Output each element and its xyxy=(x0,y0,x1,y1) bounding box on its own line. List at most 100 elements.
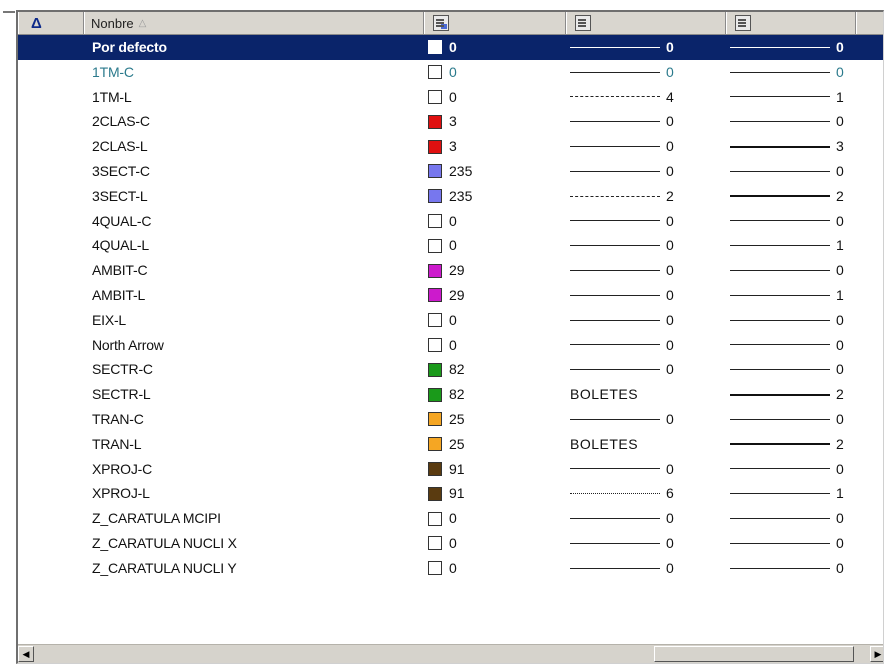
layer-lineweight-cell[interactable]: 0 xyxy=(730,109,850,134)
header-lineweight-column[interactable] xyxy=(726,12,856,34)
layer-linetype-cell[interactable]: 0 xyxy=(570,556,680,581)
table-row[interactable]: Por defecto 0 0 0 xyxy=(18,35,883,60)
table-row[interactable]: SECTR-L 82 BOLETES 2 xyxy=(18,382,883,407)
header-color-column[interactable] xyxy=(424,12,566,34)
layer-color-cell[interactable]: 0 xyxy=(428,333,457,358)
layer-linetype-cell[interactable]: BOLETES xyxy=(570,432,680,457)
layer-color-cell[interactable]: 235 xyxy=(428,159,472,184)
layer-lineweight-cell[interactable]: 0 xyxy=(730,556,850,581)
layer-color-cell[interactable]: 29 xyxy=(428,258,465,283)
layer-color-cell[interactable]: 0 xyxy=(428,556,457,581)
table-row[interactable]: Z_CARATULA NUCLI Y 0 0 0 xyxy=(18,556,883,581)
layer-lineweight-cell[interactable]: 0 xyxy=(730,457,850,482)
layer-lineweight-cell[interactable]: 0 xyxy=(730,531,850,556)
layer-linetype-cell[interactable]: BOLETES xyxy=(570,382,680,407)
table-row[interactable]: XPROJ-C 91 0 0 xyxy=(18,457,883,482)
layer-linetype-cell[interactable]: 0 xyxy=(570,308,680,333)
layer-linetype-cell[interactable]: 0 xyxy=(570,283,680,308)
scroll-right-button[interactable]: ▶ xyxy=(870,646,883,662)
table-row[interactable]: AMBIT-C 29 0 0 xyxy=(18,258,883,283)
layer-list-view[interactable]: Δ Nonbre △ Por defecto 0 0 0 1TM-C 0 0 0 1TM-L 0 4… xyxy=(16,10,884,664)
table-row[interactable]: Z_CARATULA MCIPI 0 0 0 xyxy=(18,506,883,531)
layer-lineweight-cell[interactable]: 0 xyxy=(730,60,850,85)
layer-lineweight-cell[interactable]: 0 xyxy=(730,209,850,234)
layer-color-cell[interactable]: 3 xyxy=(428,109,457,134)
scroll-thumb[interactable] xyxy=(654,646,854,662)
layer-lineweight-cell[interactable]: 2 xyxy=(730,184,850,209)
layer-linetype-cell[interactable]: 0 xyxy=(570,506,680,531)
layer-linetype-cell[interactable]: 0 xyxy=(570,357,680,382)
layer-lineweight-cell[interactable]: 1 xyxy=(730,283,850,308)
table-row[interactable]: 3SECT-L 235 2 2 xyxy=(18,184,883,209)
table-row[interactable]: Z_CARATULA NUCLI X 0 0 0 xyxy=(18,531,883,556)
header-name-column[interactable]: Nonbre △ xyxy=(84,12,424,34)
layer-color-cell[interactable]: 25 xyxy=(428,407,465,432)
layer-lineweight-cell[interactable]: 2 xyxy=(730,382,850,407)
layer-color-cell[interactable]: 0 xyxy=(428,35,457,60)
layer-color-cell[interactable]: 82 xyxy=(428,357,465,382)
layer-lineweight-cell[interactable]: 0 xyxy=(730,258,850,283)
header-sort-column[interactable]: Δ xyxy=(18,12,84,34)
layer-color-cell[interactable]: 91 xyxy=(428,457,465,482)
layer-color-cell[interactable]: 0 xyxy=(428,233,457,258)
table-row[interactable]: 2CLAS-C 3 0 0 xyxy=(18,109,883,134)
layer-color-cell[interactable]: 29 xyxy=(428,283,465,308)
layer-linetype-cell[interactable]: 6 xyxy=(570,481,680,506)
table-row[interactable]: 2CLAS-L 3 0 3 xyxy=(18,134,883,159)
scroll-left-button[interactable]: ◀ xyxy=(18,646,34,662)
header-linetype-column[interactable] xyxy=(566,12,726,34)
table-row[interactable]: EIX-L 0 0 0 xyxy=(18,308,883,333)
layer-color-cell[interactable]: 0 xyxy=(428,308,457,333)
layer-linetype-cell[interactable]: 0 xyxy=(570,258,680,283)
layer-lineweight-cell[interactable]: 3 xyxy=(730,134,850,159)
table-row[interactable]: AMBIT-L 29 0 1 xyxy=(18,283,883,308)
table-row[interactable]: 4QUAL-L 0 0 1 xyxy=(18,233,883,258)
table-row[interactable]: 1TM-C 0 0 0 xyxy=(18,60,883,85)
sort-triangle-icon[interactable]: Δ xyxy=(31,15,42,32)
table-row[interactable]: North Arrow 0 0 0 xyxy=(18,333,883,358)
layer-linetype-cell[interactable]: 0 xyxy=(570,60,680,85)
table-row[interactable]: 1TM-L 0 4 1 xyxy=(18,85,883,110)
layer-color-cell[interactable]: 0 xyxy=(428,60,457,85)
layer-color-cell[interactable]: 0 xyxy=(428,209,457,234)
layer-linetype-cell[interactable]: 0 xyxy=(570,134,680,159)
layer-lineweight-cell[interactable]: 0 xyxy=(730,407,850,432)
layer-lineweight-cell[interactable]: 0 xyxy=(730,159,850,184)
layer-color-cell[interactable]: 91 xyxy=(428,481,465,506)
layer-lineweight-cell[interactable]: 0 xyxy=(730,333,850,358)
layer-lineweight-cell[interactable]: 1 xyxy=(730,233,850,258)
table-row[interactable]: SECTR-C 82 0 0 xyxy=(18,357,883,382)
layer-linetype-cell[interactable]: 2 xyxy=(570,184,680,209)
layer-color-cell[interactable]: 0 xyxy=(428,85,457,110)
layer-color-cell[interactable]: 82 xyxy=(428,382,465,407)
layer-color-cell[interactable]: 0 xyxy=(428,506,457,531)
layer-lineweight-cell[interactable]: 2 xyxy=(730,432,850,457)
layer-lineweight-cell[interactable]: 0 xyxy=(730,506,850,531)
table-row[interactable]: 3SECT-C 235 0 0 xyxy=(18,159,883,184)
layer-linetype-cell[interactable]: 0 xyxy=(570,407,680,432)
table-row[interactable]: TRAN-L 25 BOLETES 2 xyxy=(18,432,883,457)
layer-lineweight-cell[interactable]: 1 xyxy=(730,85,850,110)
layer-lineweight-cell[interactable]: 0 xyxy=(730,308,850,333)
layer-lineweight-cell[interactable]: 0 xyxy=(730,357,850,382)
table-row[interactable]: XPROJ-L 91 6 1 xyxy=(18,481,883,506)
layer-lineweight-cell[interactable]: 1 xyxy=(730,481,850,506)
layer-linetype-cell[interactable]: 0 xyxy=(570,531,680,556)
table-row[interactable]: TRAN-C 25 0 0 xyxy=(18,407,883,432)
layer-lineweight-cell[interactable]: 0 xyxy=(730,35,850,60)
lineweight-sample xyxy=(730,518,830,520)
layer-color-cell[interactable]: 25 xyxy=(428,432,465,457)
layer-linetype-cell[interactable]: 0 xyxy=(570,35,680,60)
table-row[interactable]: 4QUAL-C 0 0 0 xyxy=(18,209,883,234)
layer-linetype-cell[interactable]: 0 xyxy=(570,233,680,258)
layer-linetype-cell[interactable]: 0 xyxy=(570,109,680,134)
horizontal-scrollbar[interactable]: ◀ ▶ xyxy=(18,644,883,663)
layer-linetype-cell[interactable]: 0 xyxy=(570,333,680,358)
layer-color-cell[interactable]: 3 xyxy=(428,134,457,159)
layer-linetype-cell[interactable]: 0 xyxy=(570,457,680,482)
layer-color-cell[interactable]: 0 xyxy=(428,531,457,556)
layer-linetype-cell[interactable]: 0 xyxy=(570,209,680,234)
layer-color-cell[interactable]: 235 xyxy=(428,184,472,209)
layer-linetype-cell[interactable]: 4 xyxy=(570,85,680,110)
layer-linetype-cell[interactable]: 0 xyxy=(570,159,680,184)
